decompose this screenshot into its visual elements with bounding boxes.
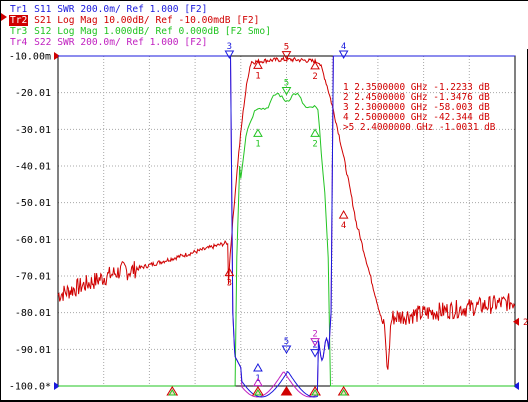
marker-triangle-icon: [224, 50, 235, 60]
marker-triangle-icon: [338, 50, 349, 60]
marker-number: 5: [284, 79, 289, 89]
marker-triangle-icon: [338, 210, 349, 219]
marker-number: 1: [255, 71, 260, 81]
marker-table: 1 2.3500000 GHz -1.2233 dB 2 2.4500000 G…: [343, 82, 496, 133]
active-stimulus-marker-icon[interactable]: [280, 386, 293, 396]
stimulus-marker-icon[interactable]: [309, 386, 321, 396]
marker-number: 3: [227, 42, 232, 52]
stimulus-marker-icon[interactable]: [337, 386, 350, 396]
marker-1-s11[interactable]: 1: [253, 362, 263, 384]
marker-triangle-icon: [281, 87, 292, 96]
marker-1-s21[interactable]: 1: [253, 60, 263, 81]
marker-number: 2: [312, 139, 317, 149]
measurement-plot[interactable]: -10.00m -20.01 -30.01 -40.01 -50.01 -60.01 -70…: [1, 1, 528, 402]
marker-1-s12[interactable]: 1: [253, 128, 263, 149]
marker-number: 2: [312, 72, 317, 82]
y-axis-tick-label: -100.0*: [9, 382, 51, 393]
reference-level-arrow-icon: [513, 317, 519, 326]
marker-readout-row: >5 2.4000000 GHz -1.0031 dB: [343, 122, 496, 133]
right-reference-label: 2: [523, 318, 528, 328]
marker-number: 4: [341, 42, 346, 52]
marker-triangle-icon: [253, 128, 263, 137]
y-axis-tick-label: -20.01: [15, 88, 51, 99]
marker-number: 2: [312, 330, 317, 340]
marker-triangle-icon: [310, 128, 320, 137]
marker-number: 5: [284, 43, 289, 53]
marker-number: 1: [255, 139, 260, 149]
y-axis-tick-label: -70.01: [15, 272, 51, 283]
marker-number: 4: [341, 221, 346, 231]
marker-triangle-icon: [253, 362, 263, 372]
marker-number: 5: [284, 337, 289, 347]
y-axis-tick-label: -10.00m: [9, 52, 51, 63]
marker-number: 3: [227, 279, 232, 289]
vna-display-window: Tr1 S11 SWR 200.0m/ Ref 1.000 [F2] Tr2 S…: [0, 0, 528, 401]
y-axis-tick-label: -50.01: [15, 198, 51, 209]
marker-4-s21[interactable]: 4: [338, 210, 349, 231]
y-axis-tick-label: -30.01: [15, 125, 51, 136]
marker-2-s21[interactable]: 2: [310, 60, 320, 82]
y-axis-tick-label: -90.01: [15, 345, 51, 356]
y-axis-tick-label: -60.01: [15, 235, 51, 246]
marker-2-s12[interactable]: 2: [310, 128, 320, 149]
y-axis-tick-label: -80.01: [15, 308, 51, 319]
bottom-stimulus-markers: [166, 386, 350, 396]
y-axis-tick-label: -40.01: [15, 162, 51, 173]
stimulus-marker-icon[interactable]: [166, 386, 179, 396]
y-axis-labels: -10.00m -20.01 -30.01 -40.01 -50.01 -60.01 -70…: [9, 52, 51, 393]
